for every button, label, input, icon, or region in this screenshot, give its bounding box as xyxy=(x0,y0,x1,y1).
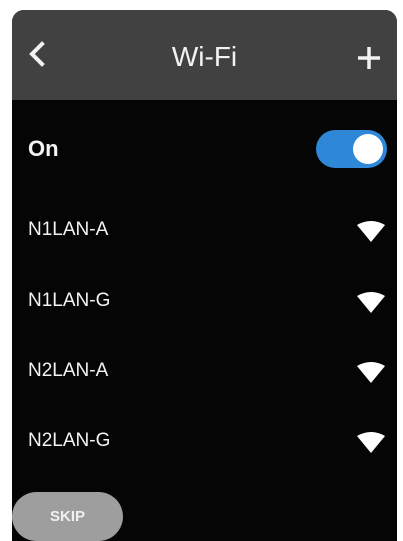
toggle-knob xyxy=(353,134,383,164)
wifi-signal-icon xyxy=(357,221,385,242)
page-title: Wi-Fi xyxy=(171,41,238,72)
header-bar: Wi-Fi xyxy=(12,10,397,100)
back-button[interactable] xyxy=(20,34,60,74)
plus-icon xyxy=(358,47,380,69)
wifi-signal-icon xyxy=(357,362,385,383)
network-ssid: N1LAN-G xyxy=(28,290,111,311)
wifi-signal-icon xyxy=(357,432,385,453)
network-ssid: N2LAN-A xyxy=(28,360,109,381)
network-row-n2lan-a[interactable]: N2LAN-A xyxy=(12,344,397,400)
wifi-toggle-label: On xyxy=(28,136,59,161)
wifi-settings-screen: Wi-Fi On N1LAN-A N1LAN-G N2LAN-A N2LAN-G… xyxy=(12,10,397,541)
add-network-button[interactable] xyxy=(349,38,389,78)
chevron-left-icon xyxy=(29,41,45,67)
network-row-n2lan-g[interactable]: N2LAN-G xyxy=(12,414,397,470)
wifi-toggle-switch[interactable] xyxy=(316,130,387,168)
network-row-n1lan-a[interactable]: N1LAN-A xyxy=(12,203,397,259)
wifi-toggle-row: On xyxy=(12,112,397,168)
network-ssid: N1LAN-A xyxy=(28,219,109,240)
network-ssid: N2LAN-G xyxy=(28,430,111,451)
network-row-n1lan-g[interactable]: N1LAN-G xyxy=(12,274,397,330)
skip-button[interactable]: SKIP xyxy=(12,492,123,541)
wifi-signal-icon xyxy=(357,292,385,313)
